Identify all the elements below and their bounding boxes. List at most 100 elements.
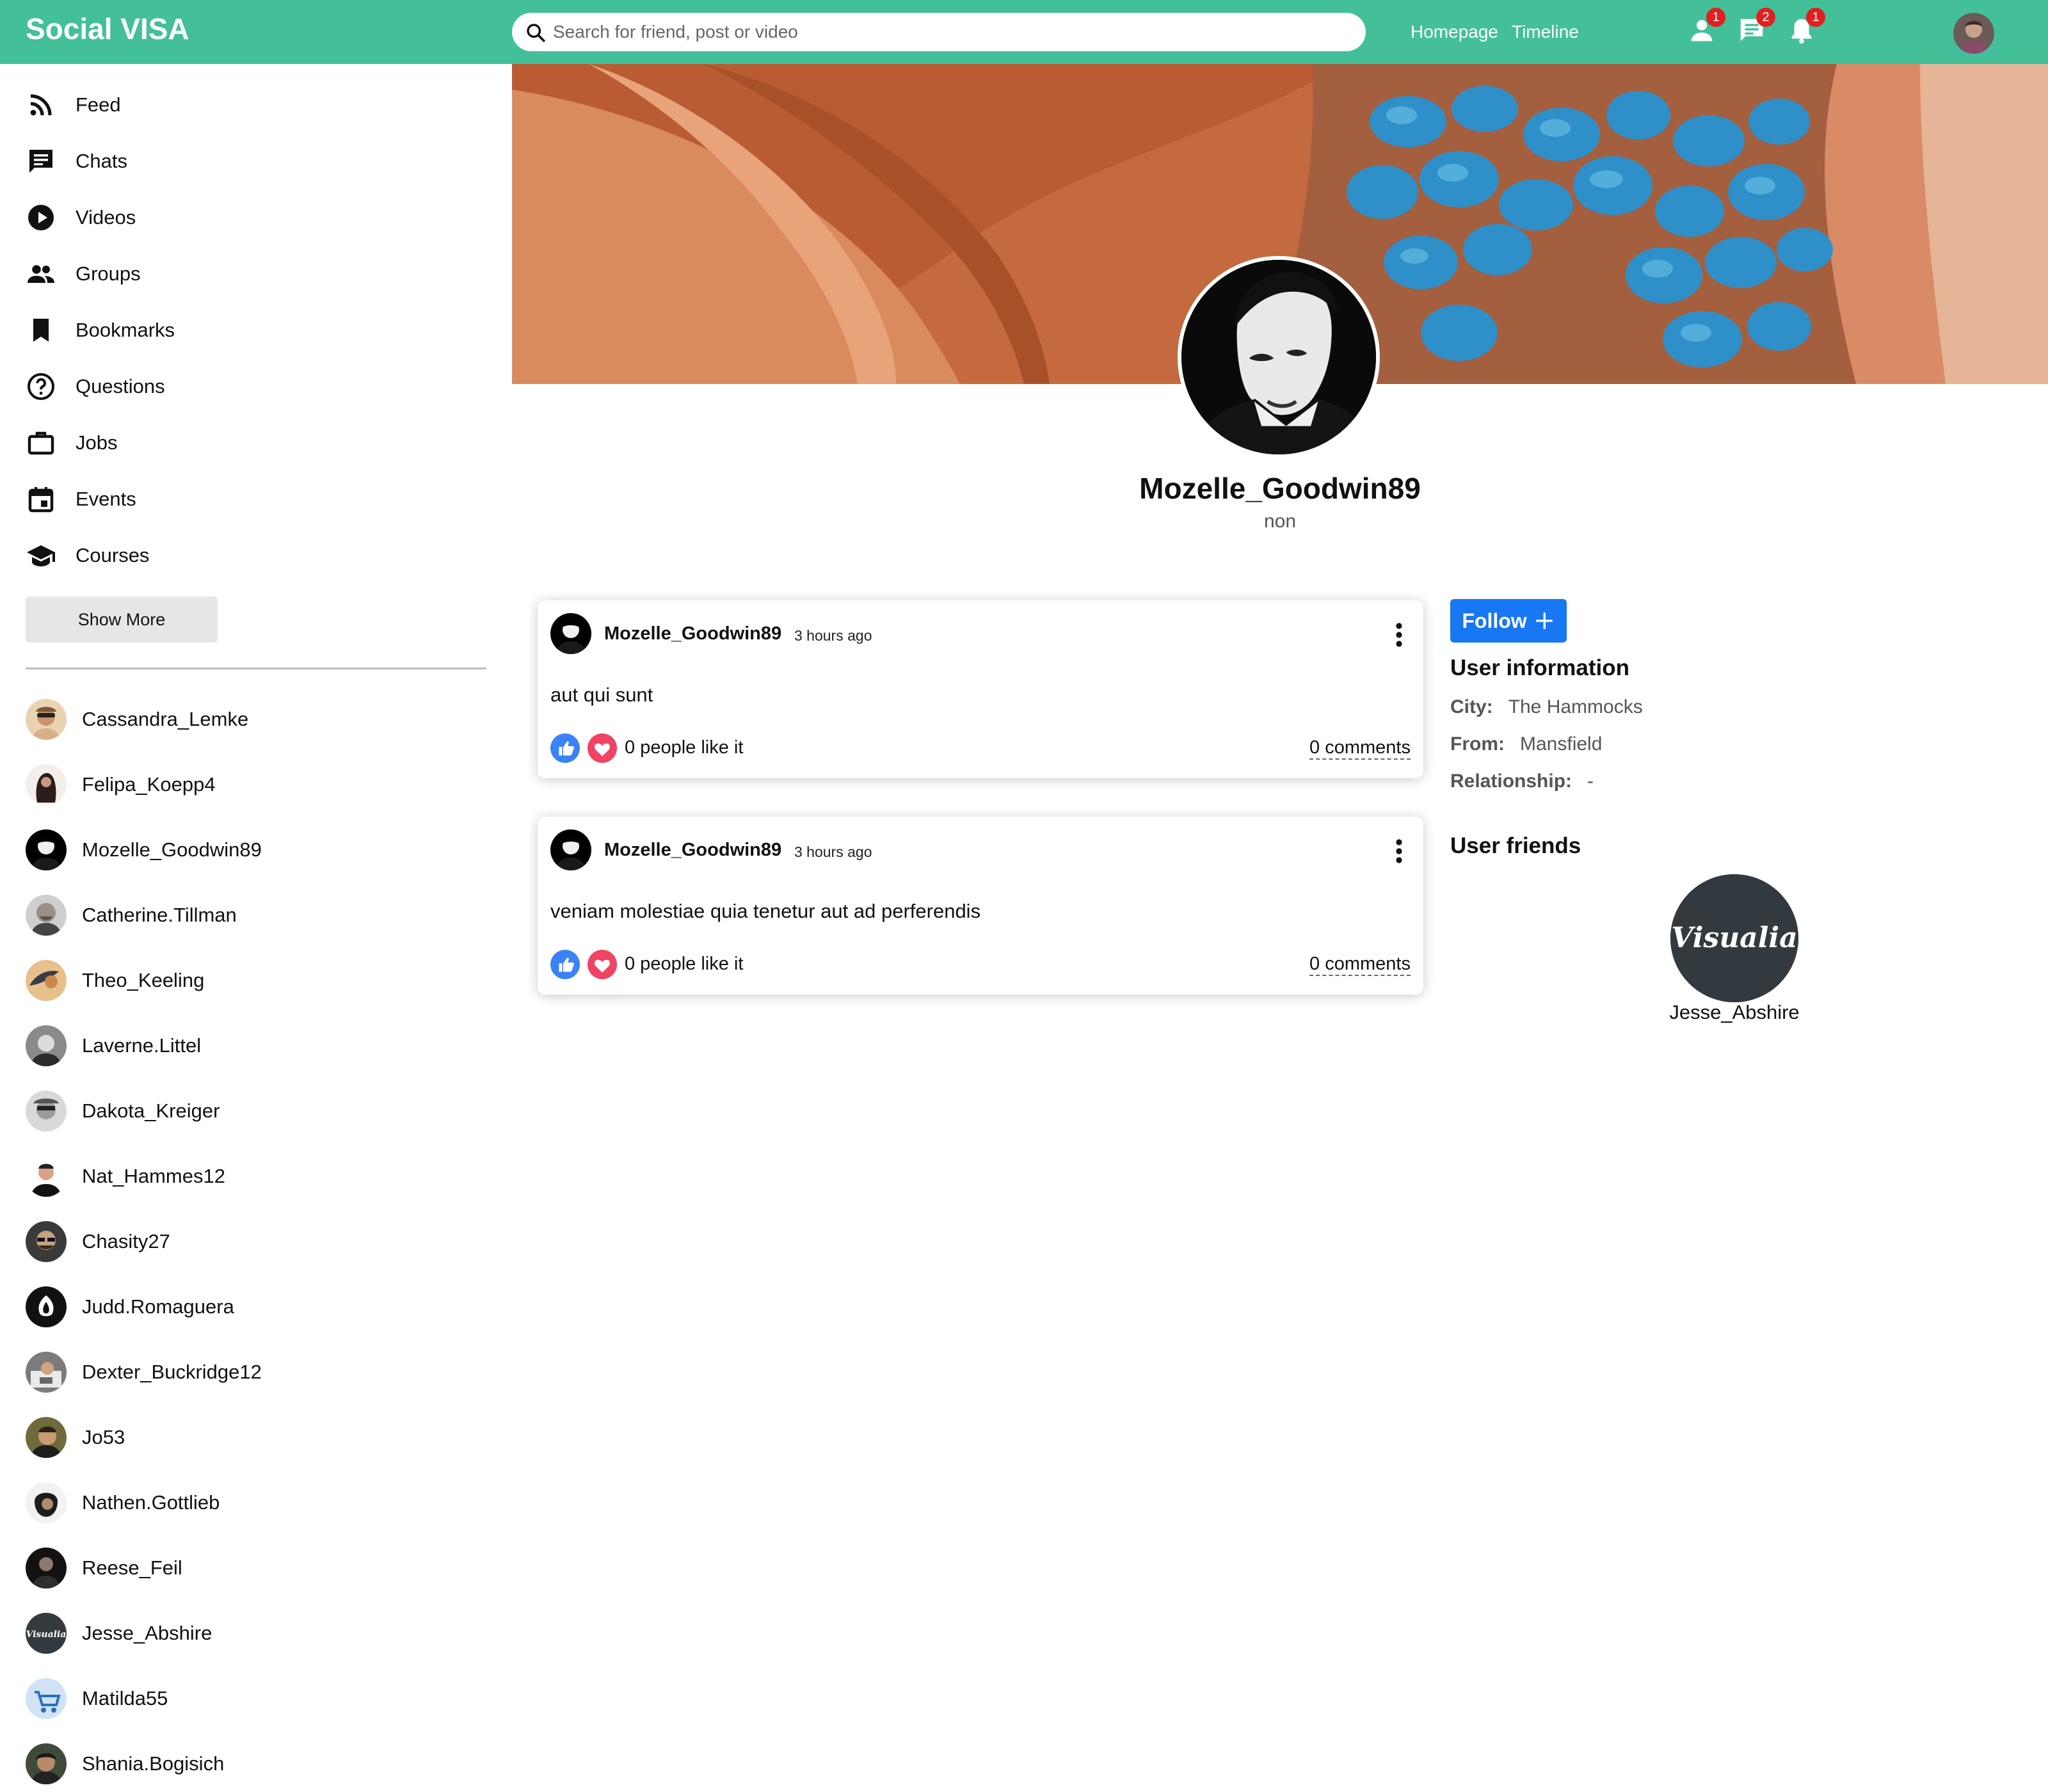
brand-logo[interactable]: Social VISA: [26, 12, 189, 46]
friend-list-item[interactable]: Reese_Feil: [26, 1546, 474, 1590]
timeline-link[interactable]: Timeline: [1512, 22, 1579, 42]
friend-list-item[interactable]: Cassandra_Lemke: [26, 697, 474, 742]
friend-name: Catherine.Tillman: [82, 904, 237, 926]
top-bar: Social VISA Homepage Timeline 1 2 1: [0, 0, 2048, 64]
friend-list-item[interactable]: Nathen.Gottlieb: [26, 1480, 474, 1525]
friend-list-item[interactable]: Catherine.Tillman: [26, 893, 474, 938]
friend-name: Theo_Keeling: [82, 969, 205, 991]
sidebar-item-groups[interactable]: Groups: [26, 255, 474, 293]
friend-list-item[interactable]: Theo_Keeling: [26, 958, 474, 1003]
friend-list-item[interactable]: Shania.Bogisich: [26, 1741, 474, 1786]
sidebar: Feed Chats Videos Groups Bookmarks Quest…: [0, 64, 512, 1792]
like-count: 0 people like it: [625, 737, 744, 758]
more-options-icon[interactable]: [1394, 838, 1404, 864]
friend-list-item[interactable]: Dakota_Kreiger: [26, 1089, 474, 1133]
thumbs-up-icon: [559, 741, 574, 756]
profile-description: non: [1263, 511, 1297, 532]
sidebar-item-videos[interactable]: Videos: [26, 198, 474, 237]
avatar: [26, 1743, 67, 1784]
more-options-icon[interactable]: [1394, 622, 1404, 648]
friend-name: Shania.Bogisich: [82, 1752, 225, 1775]
sidebar-item-events[interactable]: Events: [26, 480, 474, 518]
avatar: [26, 1482, 67, 1523]
chat-icon: [29, 150, 52, 173]
friend-requests-button[interactable]: 1: [1687, 8, 1725, 45]
notifications-button[interactable]: 1: [1787, 8, 1825, 45]
friend-name: Judd.Romaguera: [82, 1295, 234, 1318]
post-text: aut qui sunt: [550, 684, 653, 706]
profile-photo: [1181, 260, 1376, 454]
avatar: [26, 1091, 67, 1132]
friend-list-item[interactable]: Matilda55: [26, 1676, 474, 1721]
post-card: Mozelle_Goodwin89 3 hours ago aut qui su…: [538, 600, 1423, 778]
post-timestamp: 3 hours ago: [794, 627, 872, 644]
avatar[interactable]: [550, 829, 591, 870]
homepage-link[interactable]: Homepage: [1411, 22, 1498, 42]
friend-name: Dakota_Kreiger: [82, 1100, 220, 1122]
avatar: [26, 1025, 67, 1066]
comments-link[interactable]: 0 comments: [1309, 954, 1411, 976]
sidebar-item-bookmarks[interactable]: Bookmarks: [26, 311, 474, 349]
sidebar-item-questions[interactable]: Questions: [26, 367, 474, 406]
search-bar[interactable]: [512, 13, 1366, 51]
friend-name: Matilda55: [82, 1687, 168, 1709]
info-row-relationship: Relationship: -: [1450, 771, 1594, 792]
sidebar-item-label: Bookmarks: [76, 319, 175, 341]
love-button[interactable]: [588, 950, 617, 979]
friend-list-item[interactable]: Nat_Hammes12: [26, 1154, 474, 1199]
sidebar-item-label: Feed: [76, 93, 121, 116]
calendar-icon: [28, 487, 54, 513]
city-value: The Hammocks: [1508, 696, 1643, 717]
profile-avatar[interactable]: [1178, 256, 1380, 458]
play-circle-icon: [28, 205, 54, 230]
avatar: Visualia: [26, 1613, 67, 1654]
avatar: [26, 960, 67, 1001]
help-circle-icon: [28, 373, 54, 400]
post-username[interactable]: Mozelle_Goodwin89: [604, 623, 781, 644]
friend-name: Felipa_Koepp4: [82, 773, 216, 796]
friend-list-item[interactable]: Jo53: [26, 1415, 474, 1460]
friend-name[interactable]: Jesse_Abshire: [1638, 1001, 1830, 1024]
messages-badge: 2: [1756, 8, 1775, 27]
sidebar-item-jobs[interactable]: Jobs: [26, 424, 474, 462]
sidebar-item-feed[interactable]: Feed: [26, 86, 474, 124]
friend-list-item[interactable]: Dexter_Buckridge12: [26, 1350, 474, 1395]
messages-button[interactable]: 2: [1737, 8, 1775, 45]
sidebar-item-label: Jobs: [76, 431, 118, 454]
search-input[interactable]: [553, 19, 1347, 45]
sidebar-item-label: Courses: [76, 544, 150, 566]
avatar: [26, 1548, 67, 1588]
svg-text:Visualia: Visualia: [26, 1629, 67, 1640]
sidebar-item-label: Questions: [76, 375, 165, 397]
friend-list-item[interactable]: Laverne.Littel: [26, 1023, 474, 1068]
love-button[interactable]: [588, 733, 617, 763]
post-username[interactable]: Mozelle_Goodwin89: [604, 840, 781, 861]
friend-avatar[interactable]: Visualia: [1670, 874, 1798, 1002]
friend-list-item[interactable]: Mozelle_Goodwin89: [26, 828, 474, 872]
sidebar-item-chats[interactable]: Chats: [26, 142, 474, 180]
sidebar-item-courses[interactable]: Courses: [26, 536, 474, 575]
user-avatar[interactable]: [1953, 13, 1994, 54]
like-button[interactable]: [550, 733, 580, 763]
bookmark-icon: [33, 319, 49, 342]
friend-name: Laverne.Littel: [82, 1034, 202, 1057]
svg-text:Visualia: Visualia: [1671, 922, 1797, 954]
heart-icon: [594, 959, 611, 973]
like-button[interactable]: [550, 950, 580, 979]
follow-button[interactable]: Follow: [1450, 599, 1567, 643]
show-more-button[interactable]: Show More: [26, 596, 218, 643]
rss-feed-icon: [30, 94, 52, 116]
friend-list-item[interactable]: Visualia Jesse_Abshire: [26, 1611, 474, 1656]
avatar: [26, 699, 67, 740]
avatar[interactable]: [550, 613, 591, 654]
friend-name: Mozelle_Goodwin89: [82, 838, 262, 861]
friend-list-item[interactable]: Judd.Romaguera: [26, 1284, 474, 1329]
comments-link[interactable]: 0 comments: [1309, 737, 1411, 760]
group-icon: [28, 265, 54, 283]
post-card: Mozelle_Goodwin89 3 hours ago veniam mol…: [538, 817, 1423, 995]
friend-name: Cassandra_Lemke: [82, 708, 249, 730]
heart-icon: [594, 743, 611, 756]
friend-list-item[interactable]: Chasity27: [26, 1219, 474, 1264]
sidebar-item-label: Groups: [76, 262, 141, 285]
friend-list-item[interactable]: Felipa_Koepp4: [26, 762, 474, 807]
